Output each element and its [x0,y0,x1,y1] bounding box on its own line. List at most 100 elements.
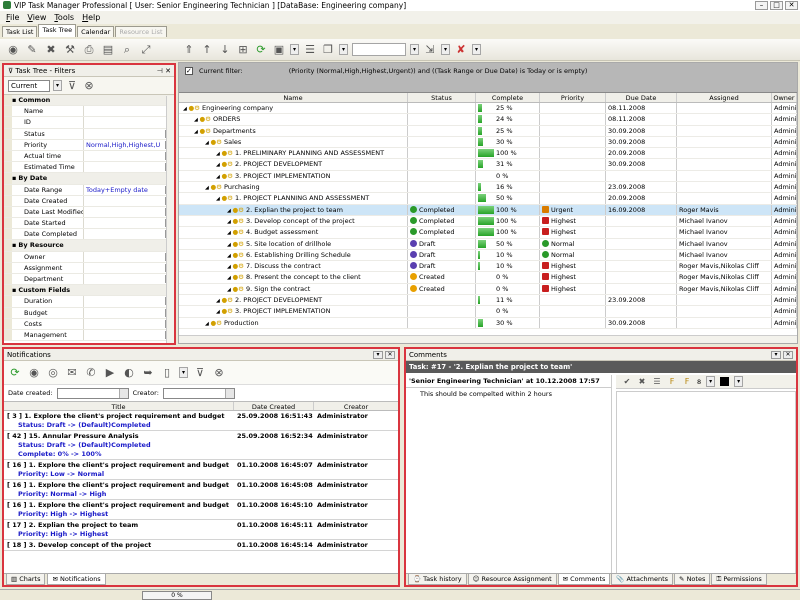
hierarchy-icon[interactable]: ⊞ [236,43,250,57]
filter-category[interactable]: ▪ By Date [4,173,174,185]
grid-hscrollbar[interactable] [179,335,797,343]
col-complete[interactable]: Complete [476,93,540,102]
view-icon[interactable]: ◐ [122,366,136,380]
notification-item[interactable]: [ 18 ] 3. Develop concept of the project… [4,540,398,551]
tab-notifications[interactable]: ✉ Notifications [47,574,106,585]
date-created-select[interactable] [56,387,129,399]
menu-tools[interactable]: Tools [54,13,74,22]
copy-dropdown[interactable]: ▾ [339,44,348,55]
filter-property-value[interactable]: Normal,High,Highest,U [84,140,174,150]
filter-property-value[interactable] [84,196,174,206]
filter-property-value[interactable] [84,308,174,318]
delete-icon[interactable]: ▯ [160,366,174,380]
filter-property[interactable]: Status [4,128,174,140]
task-name-cell[interactable]: ◢ ●⚙ 2. PROJECT DEVELOPMENT [179,295,408,306]
filter-category[interactable]: ▪ Custom Fields [4,285,174,297]
task-row[interactable]: ◢ ●⚙ 7. Discuss the contract Draft 10 % Hig… [179,261,797,273]
next-icon[interactable]: ▶ [103,366,117,380]
notification-item[interactable]: [ 17 ] 2. Explian the project to team 01.… [4,520,398,540]
tab-calendar[interactable]: Calendar [77,26,115,37]
filter-property[interactable]: Date Completed [4,229,174,241]
col-name[interactable]: Name [179,93,408,102]
clear-dropdown[interactable]: ▾ [472,44,481,55]
refresh-icon[interactable]: ⟳ [8,366,22,380]
col-due-date[interactable]: Due Date [606,93,677,102]
delete-dropdown[interactable]: ▾ [179,367,188,378]
filter-category[interactable]: ▪ Common [4,95,174,107]
filter-property[interactable]: Duration [4,296,174,308]
filter-property-value[interactable] [84,117,174,127]
tab-resource-assignment[interactable]: ☺ Resource Assignment [467,574,557,585]
mark-read-icon[interactable]: ✉ [65,366,79,380]
creator-select[interactable] [162,387,235,399]
filter-property[interactable]: Management [4,329,174,342]
tab-resource-list[interactable]: Resource List [115,26,167,37]
col-assigned[interactable]: Assigned [677,93,772,102]
tab-charts[interactable]: ▥ Charts [6,574,46,585]
filter-property[interactable]: Name [4,106,174,118]
menu-view[interactable]: View [27,13,46,22]
filter-property[interactable]: Estimated Time [4,162,174,174]
filter-property-value[interactable] [84,162,174,172]
export-icon[interactable]: ⇲ [423,43,437,57]
view-options-dropdown[interactable]: ▾ [290,44,299,55]
tab-task-tree[interactable]: Task Tree [38,24,77,37]
print-icon[interactable]: ⎙ [82,43,96,57]
task-row[interactable]: ◢ ●⚙ 3. PROJECT IMPLEMENTATION 0 % Adminis… [179,170,797,183]
task-row[interactable]: ◢ ●⚙ 1. PRELIMINARY PLANNING AND ASSESSM… [179,148,797,160]
comment-editor[interactable] [616,391,796,575]
eye-all-icon[interactable]: ◎ [46,366,60,380]
toolbar-select[interactable] [352,43,406,56]
export-dropdown[interactable]: ▾ [441,44,450,55]
task-name-cell[interactable]: ◢ ●⚙ 5. Site location of drillhole [179,238,408,249]
minimize-button[interactable]: – [755,1,768,10]
delete-task-icon[interactable]: ✖ [44,43,58,57]
task-row[interactable]: ◢ ●⚙ 2. PROJECT DEVELOPMENT 31 % 30.09.200… [179,159,797,171]
filter-property[interactable]: Costs [4,318,174,330]
toolbar-select-dropdown[interactable]: ▾ [410,44,419,55]
filter-property-value[interactable] [84,274,174,284]
task-row[interactable]: ◢ ●⚙ 8. Present the concept to the clien… [179,272,797,284]
panel-close-icon[interactable]: ✕ [783,351,793,359]
tools-icon[interactable]: ⚒ [63,43,77,57]
task-name-cell[interactable]: ◢ ●⚙ 9. Sign the contract [179,283,408,295]
panel-close-icon[interactable]: ✕ [165,67,171,75]
notification-item[interactable]: [ 3 ] 1. Explore the client's project re… [4,411,398,431]
tab-attachments[interactable]: 📎 Attachments [611,574,674,585]
move-up-icon[interactable]: ⇑ [182,43,196,57]
filter-property-value[interactable] [84,207,174,217]
arrow-down-icon[interactable]: ↓ [218,43,232,57]
filter-property-value[interactable] [84,330,174,340]
tab-task-history[interactable]: ⌚ Task history [408,574,467,585]
maximize-button[interactable]: □ [770,1,783,10]
filter-property[interactable]: Date Started [4,218,174,230]
task-row[interactable]: ◢ ●⚙ Purchasing 16 % 23.09.2008 Administr [179,182,797,194]
clear-icon[interactable]: ✘ [454,43,468,57]
refresh-icon[interactable]: ⟳ [254,43,268,57]
color-swatch[interactable] [720,377,730,386]
task-name-cell[interactable]: ◢ ●⚙ 3. PROJECT IMPLEMENTATION [179,306,408,317]
task-row[interactable]: ◢ ●⚙ 2. PROJECT DEVELOPMENT 11 % 23.09.200… [179,295,797,307]
comment-meta[interactable]: 'Senior Engineering Technician' at 10.12… [406,375,611,388]
panel-menu-icon[interactable]: ▾ [373,351,383,359]
close-button[interactable]: ✕ [785,1,798,10]
font-size-value[interactable]: 8 [697,378,701,386]
filter-property[interactable]: Budget [4,307,174,319]
filter-property-value[interactable] [84,106,174,116]
copy-icon[interactable]: ❐ [321,43,335,57]
task-name-cell[interactable]: ◢ ●⚙ 2. PROJECT DEVELOPMENT [179,159,408,170]
task-row[interactable]: ◢ ●⚙ Sales 30 % 30.09.2008 Administr [179,136,797,149]
filter-property[interactable]: Date Range Today+Empty date [4,184,174,196]
filter-property[interactable]: ID [4,117,174,129]
task-row[interactable]: ◢ ●⚙ 4. Budget assessment Completed 100 % H… [179,227,797,239]
task-name-cell[interactable]: ◢ ●⚙ ORDERS [179,114,408,125]
filter-property[interactable]: Priority Normal,High,Highest,U [4,139,174,151]
task-row[interactable]: ◢ ●⚙ Engineering company 25 % 08.11.2008 Ad… [179,103,797,115]
task-name-cell[interactable]: ◢ ●⚙ Engineering company [179,103,408,114]
filter-category[interactable]: ▪ By Resource [4,240,174,252]
task-row[interactable]: ◢ ●⚙ 3. Develop concept of the project Co… [179,215,797,228]
current-filter-checkbox[interactable]: ✓ [185,67,193,75]
filter-property-value[interactable] [84,129,174,139]
filter-property-value[interactable] [84,218,174,229]
filter-property-value[interactable] [84,296,174,306]
